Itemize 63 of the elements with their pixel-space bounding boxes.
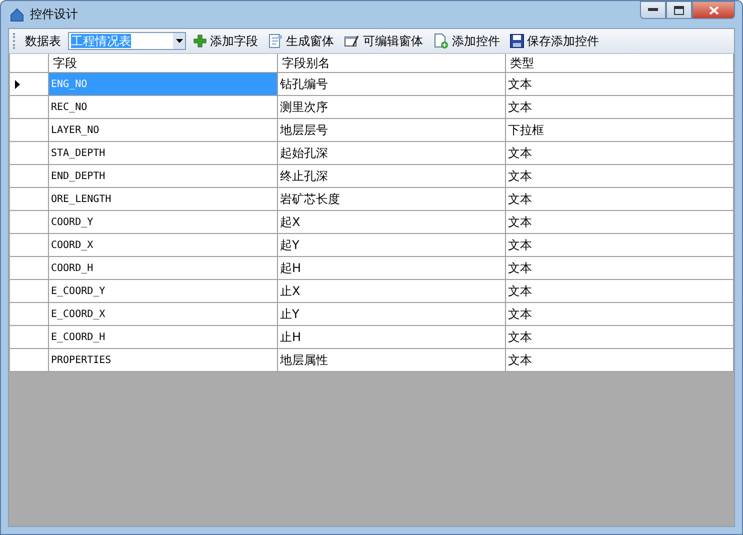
column-header[interactable]: 类型 <box>506 54 734 73</box>
table-cell[interactable]: 文本 <box>506 188 734 211</box>
table-cell[interactable]: 止Y <box>278 303 506 326</box>
document-add-icon <box>433 33 449 49</box>
toolbar-button[interactable]: 添加字段 <box>190 32 261 50</box>
toolbar-button[interactable]: 添加控件 <box>430 32 503 50</box>
table-cell[interactable]: 文本 <box>506 142 734 165</box>
toolbar-button[interactable]: 可编辑窗体 <box>341 32 426 50</box>
table-cell[interactable]: 起X <box>278 211 506 234</box>
table-cell[interactable]: REC_NO <box>49 96 278 119</box>
table-cell[interactable]: 文本 <box>506 349 734 372</box>
table-cell[interactable]: 文本 <box>506 211 734 234</box>
table-cell[interactable]: 文本 <box>506 73 734 96</box>
column-header[interactable]: 字段 <box>49 54 278 73</box>
column-header[interactable]: 字段别名 <box>278 54 506 73</box>
table-cell[interactable]: 终止孔深 <box>278 165 506 188</box>
table-cell[interactable]: 文本 <box>506 234 734 257</box>
plus-icon <box>193 34 207 48</box>
table-cell[interactable]: 起Y <box>278 234 506 257</box>
table-cell[interactable]: 文本 <box>506 165 734 188</box>
dropdown-arrow-icon <box>176 39 182 43</box>
table-cell[interactable]: PROPERTIES <box>49 349 278 372</box>
close-button[interactable] <box>692 1 735 19</box>
table-cell[interactable]: 止X <box>278 280 506 303</box>
minimize-icon <box>648 8 658 12</box>
table-cell[interactable]: END_DEPTH <box>49 165 278 188</box>
table-cell[interactable]: STA_DEPTH <box>49 142 278 165</box>
table-cell[interactable]: 地层属性 <box>278 349 506 372</box>
table-cell[interactable]: 地层层号 <box>278 119 506 142</box>
table-cell[interactable]: E_COORD_H <box>49 326 278 349</box>
toolbar-button[interactable]: 保存添加控件 <box>507 32 602 50</box>
document-icon <box>268 33 283 49</box>
pencil-form-icon <box>344 34 360 48</box>
table-cell[interactable]: 岩矿芯长度 <box>278 188 506 211</box>
table-cell[interactable]: 钻孔编号 <box>278 73 506 96</box>
toolbar-button[interactable]: 生成窗体 <box>265 32 337 50</box>
minimize-button[interactable] <box>640 1 666 19</box>
row-header[interactable] <box>10 73 49 96</box>
table-cell[interactable]: 文本 <box>506 96 734 119</box>
maximize-icon <box>674 6 684 14</box>
table-cell[interactable]: E_COORD_Y <box>49 280 278 303</box>
table-cell[interactable]: 下拉框 <box>506 119 734 142</box>
table-cell[interactable]: E_COORD_X <box>49 303 278 326</box>
table-cell[interactable]: 文本 <box>506 303 734 326</box>
house-icon <box>10 8 24 22</box>
table-cell[interactable]: LAYER_NO <box>49 119 278 142</box>
table-label: 数据表 <box>24 32 62 50</box>
table-cell[interactable]: COORD_Y <box>49 211 278 234</box>
table-cell[interactable]: COORD_H <box>49 257 278 280</box>
save-icon <box>510 34 524 48</box>
table-cell[interactable]: 止H <box>278 326 506 349</box>
table-cell[interactable]: 文本 <box>506 257 734 280</box>
close-icon <box>708 6 718 14</box>
table-cell[interactable]: 起H <box>278 257 506 280</box>
table-cell[interactable]: 起始孔深 <box>278 142 506 165</box>
maximize-button[interactable] <box>666 1 692 19</box>
window-title: 控件设计 <box>30 6 78 23</box>
current-row-icon <box>15 80 20 88</box>
table-cell[interactable]: COORD_X <box>49 234 278 257</box>
table-cell[interactable]: 文本 <box>506 280 734 303</box>
table-cell[interactable]: 测里次序 <box>278 96 506 119</box>
table-cell[interactable]: ORE_LENGTH <box>49 188 278 211</box>
table-cell[interactable]: 文本 <box>506 326 734 349</box>
